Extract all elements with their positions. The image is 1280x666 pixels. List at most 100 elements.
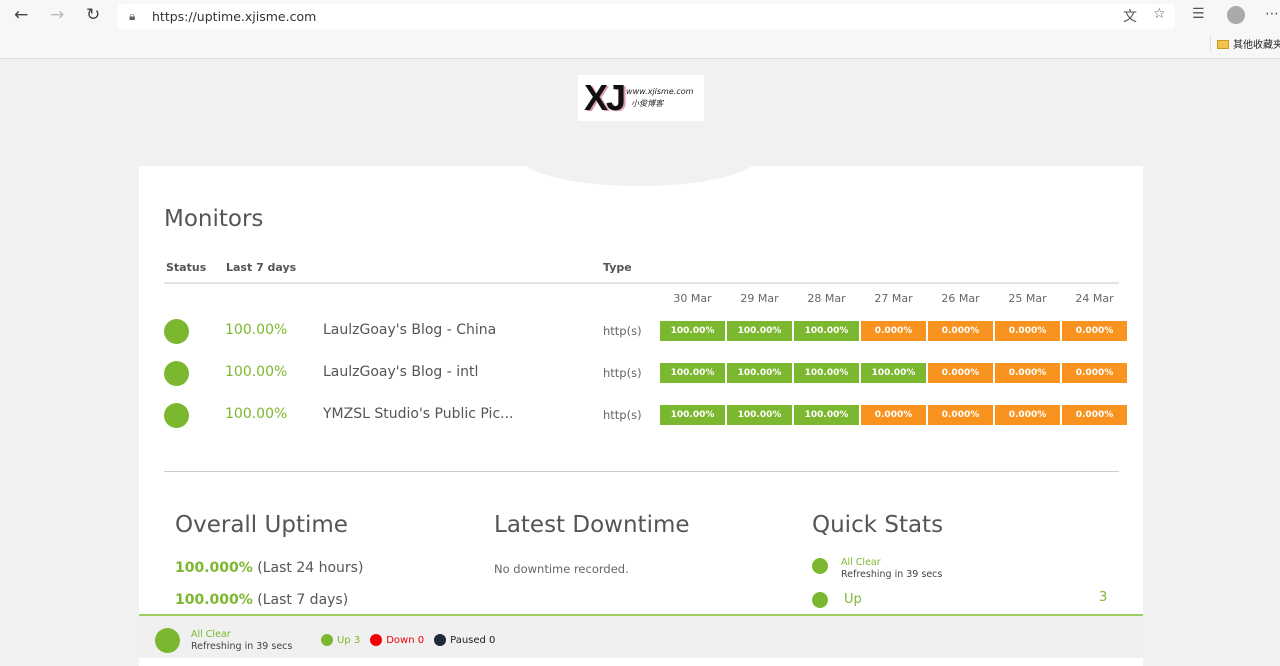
divider [164,282,1119,284]
monitor-row[interactable]: 100.00% YMZSL Studio's Public Pic... htt… [139,400,1143,430]
folder-icon [1217,40,1229,49]
up-text: Up 3 [337,634,361,646]
card-arc [519,126,759,186]
quick-up-count: 3 [1099,590,1108,605]
day-uptime-cell[interactable]: 100.00% [660,405,725,425]
up-dot [321,634,333,646]
monitor-type: http(s) [603,408,642,422]
refresh-icon[interactable]: ↻ [86,5,100,25]
monitor-name[interactable]: LaulzGoay's Blog - China [323,322,496,338]
monitor-type: http(s) [603,324,642,338]
address-bar[interactable]: 🔒︎ https://uptime.xjisme.com [118,4,1175,29]
monitor-uptime: 100.00% [225,364,288,380]
day-uptime-cell[interactable]: 0.000% [995,405,1060,425]
uptime-value: 100.000% [175,560,253,576]
down-dot [370,634,383,646]
uptime-24h: 100.000% (Last 24 hours) [175,560,363,576]
status-dot [164,361,189,386]
date-label: 26 Mar [941,292,980,305]
date-label: 27 Mar [874,292,913,305]
back-icon[interactable]: ← [14,5,28,25]
day-uptime-cell[interactable]: 0.000% [1062,363,1127,383]
day-uptime-cell[interactable]: 100.00% [861,363,926,383]
main-card: Monitors Status Last 7 days Type 30 Mar 2… [139,126,1143,666]
date-label: 25 Mar [1008,292,1047,305]
footer-paused: Paused 0 [434,634,495,646]
paused-text: Paused 0 [450,634,496,646]
browser-toolbar: ← → ↻ 🔒︎ https://uptime.xjisme.com ⽂ ☆ ☰ … [0,0,1280,59]
footer-status: All Clear [191,629,231,640]
day-uptime-cell[interactable]: 100.00% [794,405,859,425]
url-text: https://uptime.xjisme.com [152,9,317,24]
favorites-icon[interactable]: ☰ [1192,6,1205,22]
status-footer: All Clear Refreshing in 39 secs Up 3 Dow… [139,614,1143,658]
day-uptime-cell[interactable]: 0.000% [1062,405,1127,425]
header-type: Type [603,261,632,274]
uptime-7d: 100.000% (Last 7 days) [175,592,348,608]
quick-refresh: Refreshing in 39 secs [841,569,943,580]
footer-down: Down 0 [370,634,424,646]
divider [164,471,1119,472]
day-uptime-cell[interactable]: 100.00% [727,405,792,425]
downtime-text: No downtime recorded. [494,562,629,576]
day-uptime-cell[interactable]: 100.00% [794,321,859,341]
monitor-row[interactable]: 100.00% LaulzGoay's Blog - intl http(s) … [139,358,1143,388]
up-dot [812,592,828,608]
logo-mark: XJ [584,77,626,118]
lock-icon: 🔒︎ [129,9,136,23]
bookmark-label: 其他收藏夹 [1233,40,1280,51]
bookmark-folder[interactable]: 其他收藏夹 [1210,36,1280,51]
uptime-label: (Last 24 hours) [257,560,364,576]
uptime-value: 100.000% [175,592,253,608]
quick-status: All Clear [841,557,881,568]
day-uptime-cell[interactable]: 0.000% [1062,321,1127,341]
day-uptime-cell[interactable]: 0.000% [928,363,993,383]
status-dot [812,558,828,574]
latest-downtime-title: Latest Downtime [494,512,690,538]
monitor-name[interactable]: LaulzGoay's Blog - intl [323,364,478,380]
day-uptime-cell[interactable]: 100.00% [794,363,859,383]
day-uptime-cell[interactable]: 100.00% [727,363,792,383]
footer-refresh: Refreshing in 39 secs [191,641,293,652]
monitor-type: http(s) [603,366,642,380]
day-uptime-cell[interactable]: 0.000% [928,321,993,341]
date-label: 24 Mar [1075,292,1114,305]
monitor-uptime: 100.00% [225,322,288,338]
date-label: 28 Mar [807,292,846,305]
quick-stats-title: Quick Stats [812,512,944,538]
status-dot [164,319,189,344]
day-uptime-cell[interactable]: 0.000% [995,363,1060,383]
day-uptime-cell[interactable]: 100.00% [660,321,725,341]
star-icon[interactable]: ☆ [1153,6,1166,22]
uptime-label: (Last 7 days) [257,592,349,608]
translate-icon[interactable]: ⽂ [1123,6,1137,26]
forward-icon[interactable]: → [50,5,64,25]
more-icon[interactable]: ⋯ [1265,6,1279,22]
quick-up-label: Up [844,592,862,607]
day-uptime-cell[interactable]: 0.000% [995,321,1060,341]
paused-dot [434,634,447,646]
day-uptime-cell[interactable]: 0.000% [928,405,993,425]
daily-uptime-bar: 100.00% 100.00% 100.00% 100.00% 0.000% 0.000%… [660,363,1129,383]
overall-uptime-title: Overall Uptime [175,512,348,538]
profile-avatar[interactable] [1227,6,1245,24]
down-text: Down 0 [386,634,425,646]
site-logo[interactable]: XJ www.xjisme.com 小俊博客 [578,75,704,121]
day-uptime-cell[interactable]: 0.000% [861,405,926,425]
status-dot [164,403,189,428]
footer-up: Up 3 [321,634,360,646]
day-uptime-cell[interactable]: 0.000% [861,321,926,341]
date-label: 30 Mar [673,292,712,305]
monitor-uptime: 100.00% [225,406,288,422]
page-title: Monitors [164,206,264,232]
monitor-name[interactable]: YMZSL Studio's Public Pic... [323,406,514,422]
daily-uptime-bar: 100.00% 100.00% 100.00% 0.000% 0.000% 0.000% 0… [660,405,1129,425]
header-status: Status [166,261,207,274]
logo-text: www.xjisme.com 小俊博客 [626,87,694,108]
header-last7: Last 7 days [226,261,297,274]
date-label: 29 Mar [740,292,779,305]
day-uptime-cell[interactable]: 100.00% [727,321,792,341]
day-uptime-cell[interactable]: 100.00% [660,363,725,383]
monitor-row[interactable]: 100.00% LaulzGoay's Blog - China http(s)… [139,316,1143,346]
status-dot [155,628,180,653]
